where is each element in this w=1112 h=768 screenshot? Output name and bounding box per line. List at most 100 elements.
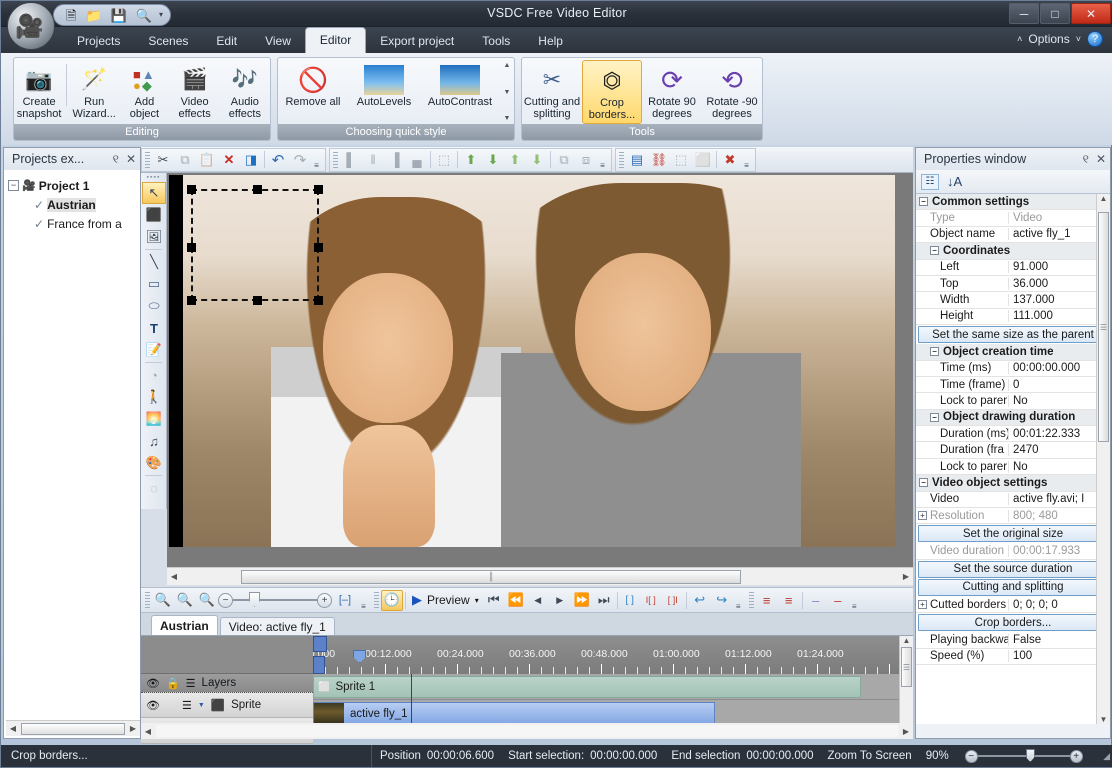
zoom-minus-button[interactable]: −: [218, 592, 233, 608]
resize-handle-sw[interactable]: [187, 296, 196, 305]
align-bottom-icon[interactable]: ▄: [406, 149, 428, 170]
magnet-snap-icon[interactable]: ⛓: [648, 149, 670, 170]
property-value[interactable]: False: [1008, 633, 1110, 646]
scroll-down-icon[interactable]: ▼: [1097, 715, 1110, 724]
zoom-slider-track[interactable]: [233, 592, 317, 607]
expander-icon[interactable]: −: [919, 197, 928, 207]
lock-icon[interactable]: 🔒: [166, 677, 180, 690]
audio-effects-button[interactable]: 🎶 Audio effects: [220, 60, 270, 124]
align-right-icon[interactable]: ▐: [384, 149, 406, 170]
cutting-and-splitting-button[interactable]: ✂ Cutting and splitting: [522, 60, 582, 124]
preview-button[interactable]: ▶ Preview ▾: [408, 592, 483, 608]
selection-end-icon[interactable]: [ ]I: [662, 590, 684, 611]
copy-icon[interactable]: ⧉: [174, 149, 196, 170]
tab-projects[interactable]: Projects: [63, 31, 134, 53]
property-row-duration-frames[interactable]: Duration (fra 2470: [916, 442, 1110, 459]
crop-borders-property-button[interactable]: Crop borders...: [918, 614, 1108, 632]
zoom-actual-icon[interactable]: 🔍: [196, 590, 218, 611]
sprite-tool-icon[interactable]: ⬛: [142, 204, 166, 226]
property-row-playing-backward[interactable]: Playing backwar False: [916, 632, 1110, 649]
expander-icon[interactable]: −: [930, 246, 939, 256]
rectangle-tool-icon[interactable]: ▭: [142, 273, 166, 295]
resize-handle-nw[interactable]: [187, 185, 196, 194]
tab-view[interactable]: View: [251, 31, 305, 53]
pin-icon[interactable]: ୧: [113, 152, 119, 167]
property-value[interactable]: active fly.avi; I: [1008, 493, 1110, 506]
toolbar-grip[interactable]: [619, 151, 624, 168]
properties-icon[interactable]: ◨: [240, 149, 262, 170]
maximize-button[interactable]: □: [1040, 3, 1070, 24]
preview-canvas[interactable]: [167, 173, 913, 567]
toolbar-grip[interactable]: [748, 592, 754, 608]
group-icon[interactable]: ⧉: [553, 149, 575, 170]
property-row-height[interactable]: Height 111.000: [916, 309, 1110, 326]
snap-borders-icon[interactable]: ⬚: [670, 149, 692, 170]
text-tool-icon[interactable]: T: [142, 317, 166, 339]
resize-handle-w[interactable]: [187, 243, 196, 252]
scroll-left-icon[interactable]: ◀: [141, 727, 155, 736]
toolbar-overflow-icon[interactable]: ≡: [358, 590, 369, 611]
video-tool-icon[interactable]: 🎨: [142, 452, 166, 474]
expander-icon[interactable]: +: [918, 511, 927, 521]
zoom-in-icon[interactable]: 🔍: [152, 590, 174, 611]
resize-grip-icon[interactable]: ◢: [1103, 751, 1110, 762]
property-value[interactable]: 2470: [1008, 444, 1110, 457]
scene-start-marker[interactable]: [313, 636, 327, 652]
scroll-thumb[interactable]: [21, 722, 125, 735]
property-row-video[interactable]: Video active fly.avi; I: [916, 492, 1110, 509]
tab-scenes[interactable]: Scenes: [134, 31, 202, 53]
scroll-right-icon[interactable]: ▶: [126, 724, 140, 733]
property-value[interactable]: active fly_1: [1008, 228, 1110, 241]
fit-frame-icon[interactable]: ⬚: [433, 149, 455, 170]
zoom-plus-button[interactable]: +: [317, 592, 332, 608]
canvas-zoom-slider[interactable]: − +: [218, 592, 332, 608]
subtitle-tool-icon[interactable]: 📝: [142, 339, 166, 361]
timeline-clip-sprite[interactable]: ⬜ Sprite 1: [313, 676, 861, 698]
rotate-minus-90-button[interactable]: ⟲ Rotate -90 degrees: [702, 60, 762, 124]
categorized-view-icon[interactable]: ☷: [921, 173, 939, 190]
property-row-video-duration[interactable]: Video duration 00:00:17.933: [916, 543, 1110, 560]
minimize-button[interactable]: ─: [1009, 3, 1039, 24]
align-left-icon[interactable]: ▌: [340, 149, 362, 170]
property-row-speed[interactable]: Speed (%) 100: [916, 649, 1110, 665]
rotate-90-button[interactable]: ⟳ Rotate 90 degrees: [642, 60, 702, 124]
run-wizard-button[interactable]: 🪄 Run Wizard...: [69, 60, 119, 124]
send-back-icon[interactable]: ⬇: [526, 149, 548, 170]
new-project-icon[interactable]: 🗎: [66, 9, 76, 22]
person-tool-icon[interactable]: 🚶: [142, 386, 166, 408]
property-group-coordinates[interactable]: − Coordinates: [916, 243, 1110, 260]
set-original-size-button[interactable]: Set the original size: [918, 525, 1108, 543]
go-start-icon[interactable]: ⏮: [483, 590, 505, 611]
move-up-icon[interactable]: ⬆: [460, 149, 482, 170]
fit-to-screen-icon[interactable]: [–]: [332, 590, 358, 611]
scroll-track[interactable]: [156, 725, 898, 737]
properties-vscrollbar[interactable]: ▲ ☰ ▼: [1096, 194, 1110, 724]
toolbar-overflow-icon[interactable]: ≡: [597, 149, 608, 170]
toolbar-overflow-icon[interactable]: ≡: [849, 590, 860, 611]
tab-edit[interactable]: Edit: [202, 31, 251, 53]
close-icon[interactable]: ✕: [126, 152, 136, 167]
app-menu-orb[interactable]: 🎥: [7, 2, 55, 50]
quick-style-scroll-up-icon[interactable]: ▲: [500, 62, 514, 69]
rewind-icon[interactable]: ⏪: [505, 590, 527, 611]
next-marker-icon[interactable]: ↪: [711, 590, 733, 611]
status-zoom-label[interactable]: Zoom To Screen: [828, 750, 912, 762]
redo-icon[interactable]: ↷: [289, 149, 311, 170]
property-value[interactable]: No: [1008, 460, 1110, 473]
property-value[interactable]: 0; 0; 0; 0: [1008, 598, 1110, 611]
playhead-marker[interactable]: [353, 650, 366, 663]
toolbar-grip[interactable]: [374, 592, 379, 608]
cutting-and-splitting-property-button[interactable]: Cutting and splitting: [918, 578, 1108, 596]
set-same-size-as-parent-button[interactable]: Set the same size as the parent: [918, 326, 1108, 344]
align-clip-right-icon[interactable]: ≡: [778, 590, 800, 611]
property-row-width[interactable]: Width 137.000: [916, 292, 1110, 309]
resize-handle-se[interactable]: [314, 296, 323, 305]
ungroup-icon[interactable]: ⧈: [575, 149, 597, 170]
trim-end-icon[interactable]: –: [827, 590, 849, 611]
property-group-object-drawing-duration[interactable]: − Object drawing duration: [916, 409, 1110, 427]
chevron-down-icon[interactable]: ▾: [475, 596, 479, 605]
show-grid-icon[interactable]: ▤: [626, 149, 648, 170]
help-icon[interactable]: ?: [1087, 31, 1103, 47]
fast-forward-icon[interactable]: ⏩: [571, 590, 593, 611]
property-row-time-ms[interactable]: Time (ms) 00:00:00.000: [916, 361, 1110, 377]
